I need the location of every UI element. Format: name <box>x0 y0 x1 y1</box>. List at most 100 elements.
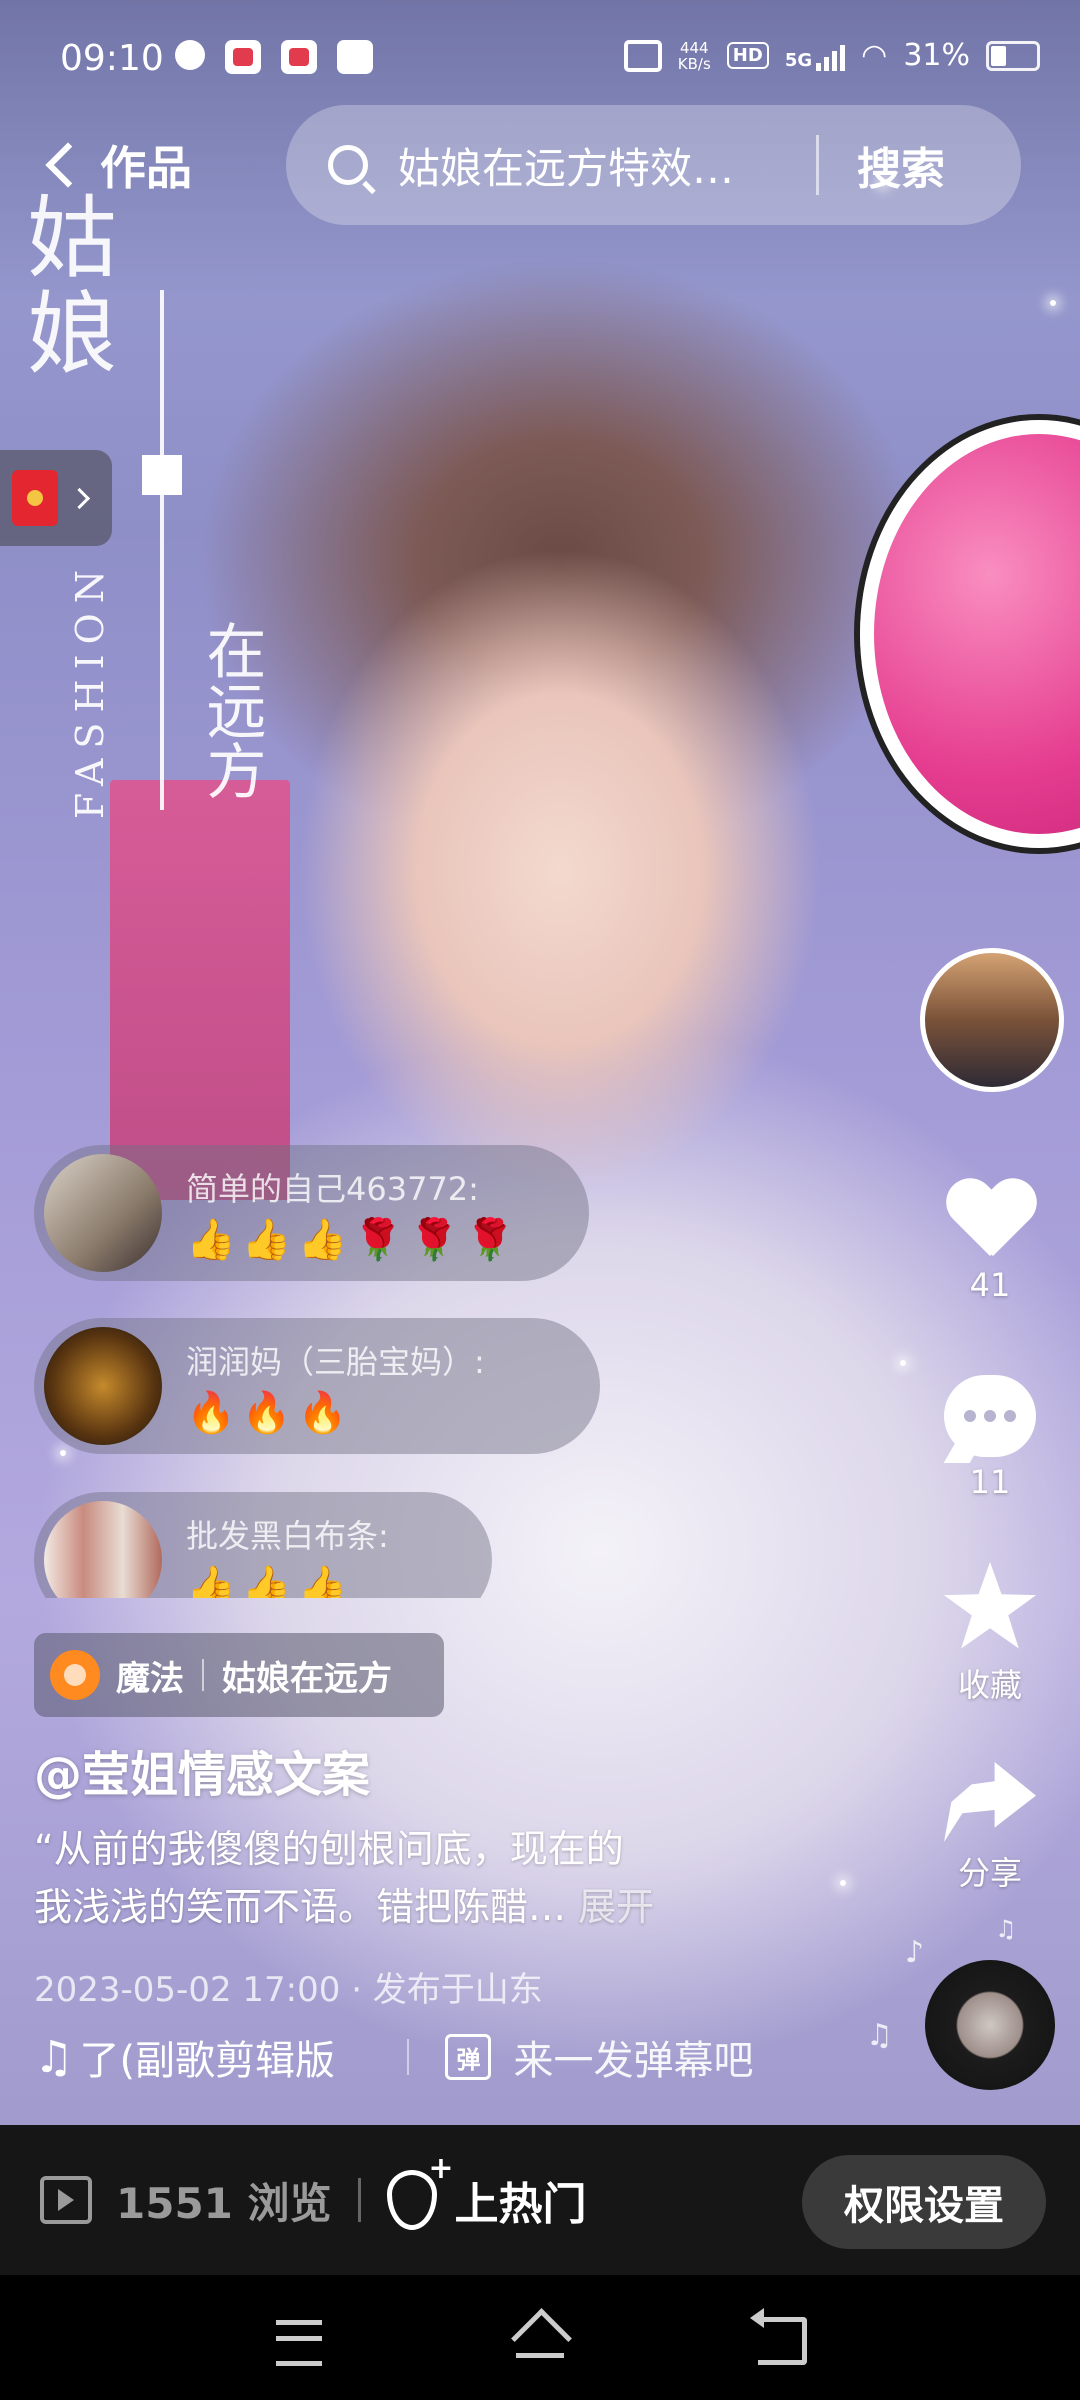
barrage-comment[interactable]: 润润妈（三胎宝妈）: 🔥🔥🔥 <box>34 1318 600 1454</box>
author-avatar[interactable] <box>920 948 1064 1092</box>
net-speed: 444 KB/s <box>678 40 711 72</box>
search-bar[interactable]: 姑娘在远方特效… 搜索 <box>286 105 1021 225</box>
battery-fill <box>991 45 1006 66</box>
search-icon <box>328 145 368 185</box>
back-label: 作品 <box>100 141 192 195</box>
app-icon <box>281 40 317 74</box>
chevron-left-icon <box>45 142 91 188</box>
hd-badge: HD <box>726 42 769 69</box>
system-nav-bar <box>0 2275 1080 2400</box>
battery-icon <box>986 40 1040 71</box>
effect-tag[interactable]: 魔法 姑娘在远方 <box>34 1633 444 1717</box>
music-note-icon: ♫ <box>34 2031 74 2083</box>
video-deco-square <box>142 455 182 495</box>
effect-name: 姑娘在远方 <box>222 1658 392 1699</box>
back-icon[interactable] <box>750 2308 807 2365</box>
like-count: 41 <box>969 1266 1011 1304</box>
play-count-icon <box>40 2176 92 2224</box>
chevron-right-icon <box>68 487 91 509</box>
barrage-message: 👍👍👍 <box>186 1563 354 1599</box>
app-icon <box>337 40 373 74</box>
bottom-bar: 1551 浏览 上热门 权限设置 <box>0 2125 1080 2275</box>
signal-icon: 5G <box>784 41 846 71</box>
barrage-user: 批发黑白布条: <box>186 1516 389 1555</box>
barrage-user: 润润妈（三胎宝妈）: <box>186 1342 485 1381</box>
search-query[interactable]: 姑娘在远方特效… <box>398 135 788 196</box>
video-screen: 姑娘 FASHION 在远方 09:10 444 KB/s HD 5G ◠ 31… <box>0 0 1080 2400</box>
search-button[interactable]: 搜索 <box>857 133 945 197</box>
heart-icon <box>945 1180 1035 1260</box>
music-disc[interactable] <box>925 1960 1055 2090</box>
comment-button[interactable]: 11 <box>920 1375 1060 1501</box>
video-player[interactable]: 姑娘 FASHION 在远方 <box>0 0 1080 2125</box>
danmu-input[interactable]: 来一发弹幕吧 <box>513 2028 753 2086</box>
favorite-label: 收藏 <box>957 1666 1022 1704</box>
status-time: 09:10 <box>60 38 164 79</box>
sparkle <box>60 1450 66 1456</box>
network-type: 5G <box>784 49 813 71</box>
description-line: “从前的我傻傻的刨根问底，现在的 <box>34 1827 624 1871</box>
music-note-icon: ♫ <box>995 1915 1017 1943</box>
battery-percent: 31% <box>903 38 970 73</box>
video-title-text: 姑娘 <box>11 190 116 382</box>
video-fashion-text: FASHION <box>68 560 112 820</box>
video-pink-panel <box>110 780 290 1200</box>
share-label: 分享 <box>957 1854 1022 1892</box>
comment-icon <box>944 1375 1036 1457</box>
boost-button[interactable]: 上热门 <box>455 2168 587 2232</box>
home-icon[interactable] <box>512 2315 568 2361</box>
danmu-icon: 弹 <box>445 2034 492 2080</box>
comment-count: 11 <box>969 1463 1011 1501</box>
video-deco-line <box>160 290 164 810</box>
barrage-message: 🔥🔥🔥 <box>186 1389 354 1436</box>
notification-icons <box>175 40 373 74</box>
status-bar: 09:10 444 KB/s HD 5G ◠ 31% <box>0 0 1080 120</box>
barrage-message: 👍👍👍🌹🌹🌹 <box>186 1216 521 1263</box>
favorite-button[interactable]: 收藏 <box>920 1562 1060 1706</box>
barrage-clip: 批发黑白布条: 👍👍👍 <box>0 1490 620 1598</box>
music-title[interactable]: 了(副歌剪辑版 <box>79 2028 379 2086</box>
description-line: 我浅浅的笑而不语。错把陈醋… <box>34 1885 579 1929</box>
boost-icon <box>386 2151 454 2230</box>
like-button[interactable]: 41 <box>920 1180 1060 1304</box>
sparkle <box>900 1360 906 1366</box>
avatar <box>44 1154 162 1272</box>
expand-link[interactable]: 展开 <box>578 1885 654 1929</box>
video-subtitle-text: 在远方 <box>196 620 266 800</box>
sparkle <box>840 1880 846 1886</box>
wifi-icon: ◠ <box>861 38 888 73</box>
share-button[interactable]: 分享 <box>920 1762 1060 1894</box>
video-pink-sticker <box>860 420 1080 848</box>
back-button[interactable]: 作品 <box>40 125 192 205</box>
app-icon <box>175 40 205 70</box>
avatar <box>44 1501 162 1598</box>
music-note-icon: ♪ <box>905 1935 925 1970</box>
video-description[interactable]: “从前的我傻傻的刨根问底，现在的 我浅浅的笑而不语。错把陈醋… 展开 <box>34 1820 794 1936</box>
red-envelope-icon <box>12 470 58 526</box>
music-note-icon: ♫ <box>866 2018 893 2053</box>
barrage-comment[interactable]: 批发黑白布条: 👍👍👍 <box>34 1492 492 1598</box>
author-name[interactable]: @莹姐情感文案 <box>34 1735 370 1805</box>
share-icon <box>944 1762 1036 1842</box>
barrage-comment[interactable]: 简单的自己463772: 👍👍👍🌹🌹🌹 <box>34 1145 589 1281</box>
net-speed-unit: KB/s <box>677 54 711 73</box>
divider <box>407 2039 410 2075</box>
music-bar[interactable]: ♫ 了(副歌剪辑版 弹 来一发弹幕吧 <box>34 2022 753 2092</box>
view-count: 1551 浏览 <box>116 2178 332 2228</box>
divider <box>357 2178 361 2222</box>
red-packet-widget[interactable] <box>0 450 112 546</box>
sparkle <box>1050 300 1056 306</box>
barrage-user: 简单的自己463772: <box>186 1169 479 1208</box>
camera-icon <box>623 39 662 72</box>
search-divider <box>816 135 819 195</box>
menu-icon[interactable] <box>276 2320 322 2366</box>
magic-effect-icon <box>50 1650 100 1700</box>
effect-divider <box>202 1659 204 1691</box>
app-icon <box>225 40 261 74</box>
permission-settings-button[interactable]: 权限设置 <box>802 2155 1046 2249</box>
avatar <box>44 1327 162 1445</box>
status-indicators: 444 KB/s HD 5G ◠ 31% <box>623 38 1040 73</box>
effect-type: 魔法 <box>116 1658 184 1699</box>
star-icon <box>943 1562 1037 1649</box>
publish-meta: 2023-05-02 17:00 · 发布于山东 <box>34 1970 543 2010</box>
